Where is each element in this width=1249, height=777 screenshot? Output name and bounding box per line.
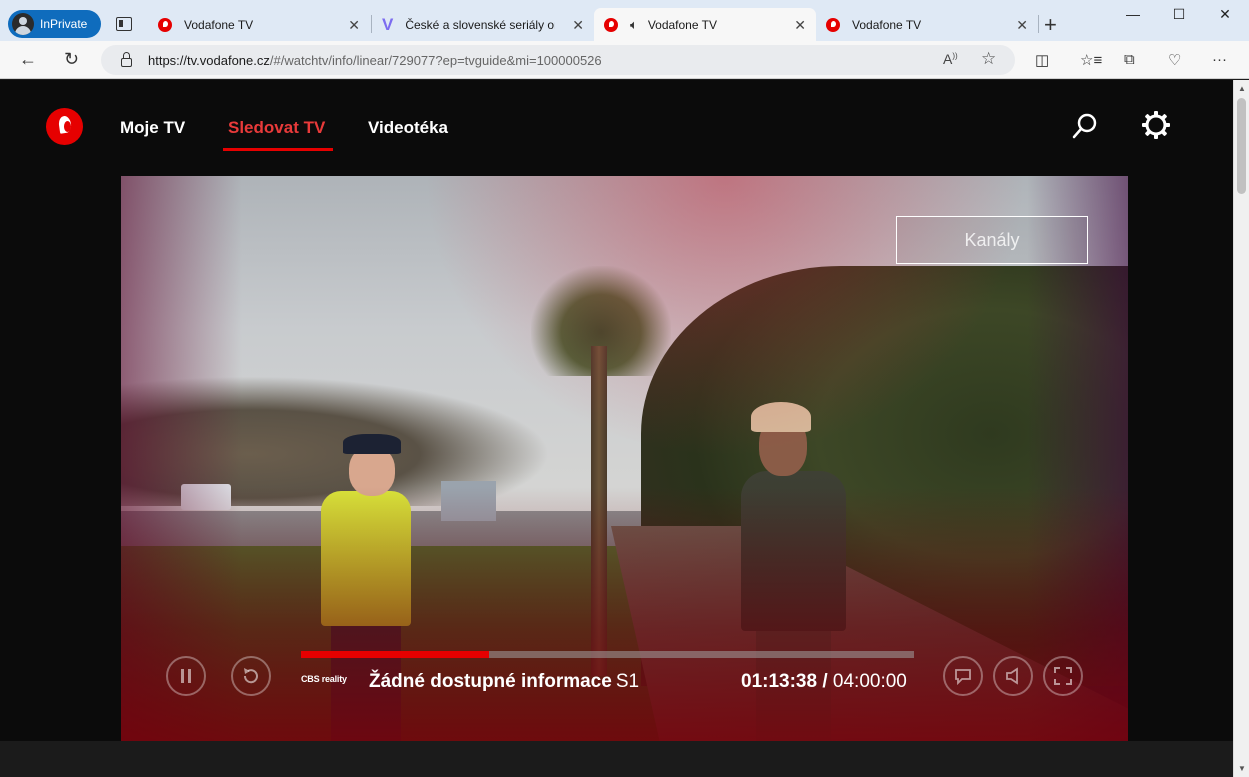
video-player[interactable]: Kanály CBS reality Žádné dostupné inform… — [121, 176, 1128, 741]
tab-title: Vodafone TV — [184, 17, 254, 32]
favorites-icon[interactable]: ☆≡ — [1080, 51, 1102, 69]
close-tab-icon[interactable]: ✕ — [1016, 17, 1028, 34]
vodafone-logo[interactable] — [46, 108, 83, 145]
close-window-icon[interactable]: ✕ — [1202, 6, 1248, 23]
new-tab-icon[interactable]: + — [1044, 12, 1057, 38]
vodafone-icon — [158, 17, 172, 32]
time-display: 01:13:38 / 04:00:00 — [741, 671, 907, 693]
time-separator: / — [822, 671, 828, 692]
tab-title: České a slovenské seriály online — [405, 17, 555, 32]
vodafone-tv-page: Moje TV Sledovat TV Videotéka Kanály CBS… — [0, 80, 1233, 777]
close-tab-icon[interactable]: ✕ — [348, 17, 360, 34]
vodafone-icon — [826, 17, 840, 32]
scrollbar-thumb[interactable] — [1237, 98, 1246, 194]
collections-icon[interactable]: ⧉ — [1124, 51, 1135, 68]
v-icon: V — [382, 14, 394, 34]
page-footer-area — [0, 741, 1233, 777]
page-scrollbar[interactable]: ▲ ▼ — [1233, 80, 1249, 777]
speaker-icon[interactable]: 🔈︎ — [630, 17, 638, 33]
tab-actions-icon[interactable] — [116, 17, 132, 31]
tab-title: Vodafone TV — [852, 17, 922, 32]
restart-button[interactable] — [231, 656, 271, 696]
lock-icon[interactable] — [121, 51, 132, 67]
close-tab-icon[interactable]: ✕ — [794, 17, 806, 34]
favorite-star-icon[interactable]: ☆ — [981, 49, 996, 69]
subtitles-button[interactable] — [943, 656, 983, 696]
minimize-icon[interactable]: — — [1110, 6, 1156, 22]
back-icon[interactable]: ← — [19, 49, 37, 70]
current-time: 01:13:38 — [741, 671, 818, 692]
subtitles-icon — [955, 669, 971, 686]
scroll-down-icon[interactable]: ▼ — [1238, 764, 1246, 773]
tab-title: Vodafone TV — [647, 17, 717, 32]
split-screen-icon[interactable]: ◫ — [1035, 51, 1049, 69]
pause-button[interactable] — [166, 656, 206, 696]
gear-icon[interactable] — [1141, 110, 1171, 140]
read-aloud-icon[interactable]: A)) — [943, 51, 958, 67]
search-icon[interactable] — [1072, 113, 1098, 139]
season-label: S1 — [615, 671, 640, 692]
fullscreen-button[interactable] — [1043, 656, 1083, 696]
progress-bar[interactable] — [301, 651, 914, 658]
nav-moje-tv[interactable]: Moje TV — [120, 118, 185, 138]
browser-toolbar: ← ↻ https://tv.vodafone.cz/#/watchtv/inf… — [0, 41, 1249, 79]
browser-tab-2[interactable]: V České a slovenské seriály online ✕ — [372, 8, 594, 41]
fullscreen-icon — [1054, 667, 1072, 685]
channels-button[interactable]: Kanály — [896, 216, 1088, 264]
nav-active-underline — [223, 148, 333, 151]
browser-titlebar: InPrivate Vodafone TV ✕ V České a sloven… — [0, 0, 1249, 41]
browser-essentials-icon[interactable]: ♡ — [1168, 51, 1181, 69]
browser-tab-4[interactable]: Vodafone TV ✕ — [816, 8, 1038, 41]
nav-videoteka[interactable]: Videotéka — [368, 118, 448, 138]
browser-tab-3-active[interactable]: 🔈︎ Vodafone TV ✕ — [594, 8, 816, 41]
vodafone-icon — [604, 17, 618, 32]
channel-logo: CBS reality — [301, 674, 347, 684]
restart-icon — [243, 668, 258, 684]
volume-button[interactable] — [993, 656, 1033, 696]
more-options-icon[interactable]: ··· — [1212, 51, 1227, 68]
browser-tab-1[interactable]: Vodafone TV ✕ — [148, 8, 370, 41]
maximize-icon[interactable]: ☐ — [1156, 6, 1202, 23]
nav-sledovat-tv[interactable]: Sledovat TV — [228, 118, 325, 138]
progress-bar-fill — [301, 651, 490, 658]
url-text[interactable]: https://tv.vodafone.cz/#/watchtv/info/li… — [148, 53, 602, 68]
inprivate-label: InPrivate — [40, 17, 88, 31]
total-time: 04:00:00 — [832, 671, 907, 692]
profile-avatar-icon — [12, 13, 34, 35]
volume-icon — [1006, 667, 1018, 685]
close-tab-icon[interactable]: ✕ — [572, 17, 584, 34]
program-title: Žádné dostupné informace S1 — [369, 671, 640, 692]
pause-icon — [181, 669, 191, 683]
inprivate-badge[interactable]: InPrivate — [8, 10, 101, 38]
scroll-up-icon[interactable]: ▲ — [1238, 84, 1246, 93]
address-bar[interactable]: https://tv.vodafone.cz/#/watchtv/info/li… — [101, 45, 1015, 75]
refresh-icon[interactable]: ↻ — [64, 49, 79, 70]
